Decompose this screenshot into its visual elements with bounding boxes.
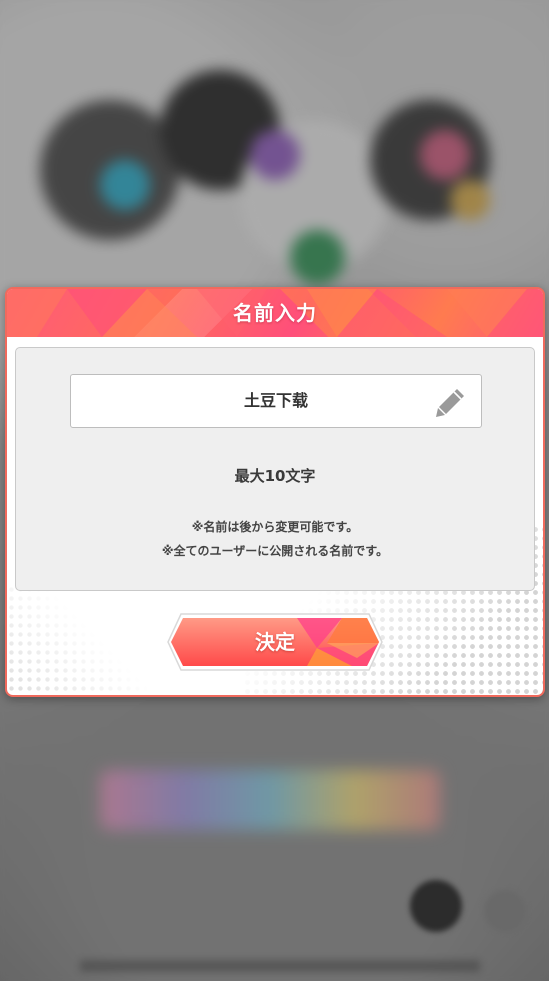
note-changeable: ※名前は後から変更可能です。 [191,520,359,534]
confirm-button-label: 決定 [255,630,295,654]
max-length-hint: 最大10文字 [234,467,316,485]
name-input-value: 土豆下载 [243,391,308,410]
name-input-field[interactable]: 土豆下载 [70,374,482,428]
dialog-header: 名前入力 [7,289,543,337]
content-panel: 土豆下载 最大10文字 ※名前は後から変更可能です。 ※全てのユーザーに公開され… [15,347,535,591]
dialog-title: 名前入力 [233,301,317,325]
name-entry-screen: 名前入力 土豆下载 最大10文字 ※名前は後から変更可能です。 ※全てのユーザー… [0,0,549,981]
note-public: ※全てのユーザーに公開される名前です。 [161,544,389,558]
pencil-icon[interactable] [433,386,467,420]
name-input-dialog: 名前入力 土豆下载 最大10文字 ※名前は後から変更可能です。 ※全てのユーザー… [5,287,545,697]
dot-pattern-left [7,585,147,695]
confirm-button[interactable]: 決定 [167,613,383,671]
